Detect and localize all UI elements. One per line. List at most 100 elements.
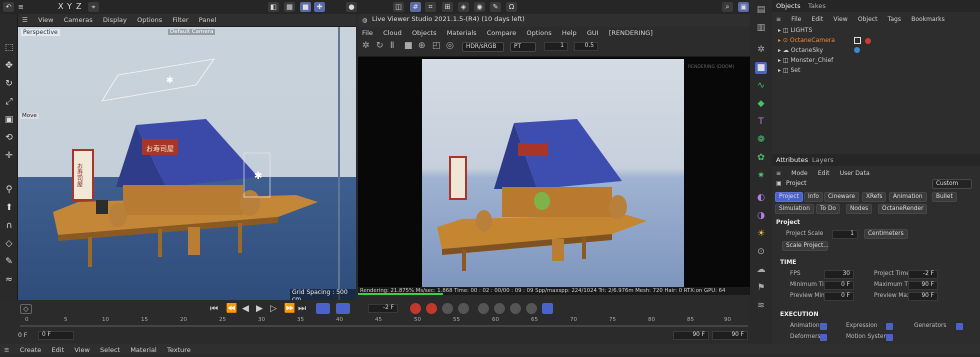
next-key-icon[interactable]: ⏩ [284,304,295,314]
lv-menu-cloud[interactable]: Cloud [383,27,402,40]
bottom-menu-material[interactable]: Material [130,344,156,357]
custom-select[interactable]: Custom [932,179,972,189]
environment-icon[interactable]: ☁ [755,264,767,276]
current-frame-field[interactable]: -2 F [368,304,398,313]
key-options-icon[interactable] [442,303,453,314]
octane-icon[interactable]: Ω [506,2,517,12]
vp-menu-filter[interactable]: Filter [172,14,188,27]
render-tag-icon[interactable] [865,38,871,44]
lv-pause-icon[interactable]: Ⅱ [390,41,394,51]
position-key-icon[interactable] [478,303,489,314]
axis-y[interactable]: Y [67,2,72,11]
objects-menu-icon[interactable]: ≡ [776,13,781,26]
end-frame-field-b[interactable]: 90 F [712,331,748,340]
goto-end-icon[interactable]: ⏭ [298,304,306,314]
prev-key-icon[interactable]: ⏪ [226,304,237,314]
workplane-icon[interactable]: ⌗ [425,2,436,12]
prev-frame-icon[interactable]: ◀ [242,304,249,314]
object-item-octanecamera[interactable]: ▸ ⊙ OctaneCamera [778,37,835,44]
exec-deformers-checkbox[interactable] [820,334,827,341]
tab-objects[interactable]: Objects [776,2,801,10]
project-time-field[interactable]: -2 F [908,270,938,279]
vp-menu-cameras[interactable]: Cameras [64,14,93,27]
rotate-icon[interactable]: ↻ [3,78,15,90]
deformer-icon[interactable]: ◐ [755,192,767,204]
record-icon[interactable] [410,303,421,314]
lv-menu-file[interactable]: File [362,27,373,40]
object-item-monster-chief[interactable]: ▸ ◫ Monster_Chief [778,57,833,64]
rotation-key-icon[interactable] [494,303,505,314]
vp-menu-display[interactable]: Display [103,14,127,27]
play-icon[interactable]: ▶ [256,304,263,314]
bevel-icon[interactable]: ◇ [3,238,15,250]
layout-switch-icon[interactable]: ▣ [738,2,749,12]
motion-icon[interactable] [458,303,469,314]
project-scale-field[interactable]: 1 [832,230,858,239]
vp-menu-options[interactable]: Options [137,14,162,27]
tab-btn-octanerender[interactable]: OctaneRender [878,204,928,214]
edge-icon[interactable]: ◈ [458,2,469,12]
auto-record-icon[interactable] [426,303,437,314]
tab-btn-cineware[interactable]: Cineware [824,192,860,202]
tag-icon[interactable]: ⚑ [755,282,767,294]
render-view-icon[interactable]: ◧ [268,2,279,12]
generator-icon[interactable]: ❁ [755,134,767,146]
scale-key-icon[interactable] [510,303,521,314]
exec-motion-checkbox[interactable] [886,334,893,341]
lock-icon[interactable]: ⊞ [442,2,453,12]
scale-icon[interactable]: ⤢ [3,96,15,108]
preview-max-field[interactable]: 90 F [908,292,938,301]
lv-menu-options[interactable]: Options [527,27,552,40]
objects-menu-bookmarks[interactable]: Bookmarks [911,13,945,26]
attributes-menu-edit[interactable]: Edit [818,167,830,180]
bottom-menu-view[interactable]: View [74,344,89,357]
tab-btn-simulation[interactable]: Simulation [775,204,814,214]
camera-tag-icon[interactable] [854,37,861,44]
attributes-menu-mode[interactable]: Mode [791,167,807,180]
render-region-icon[interactable]: ▦ [284,2,295,12]
axis-x[interactable]: X [58,2,63,11]
camera-icon[interactable]: ⊙ [755,246,767,258]
tab-btn-todo[interactable]: To Do [816,204,840,214]
takes-tab-icon[interactable]: ▥ [755,22,767,34]
lv-lock-icon[interactable]: ⊕ [418,41,426,51]
coordinate-system-icon[interactable]: ⌖ [88,2,99,12]
lv-value-1[interactable]: 1 [544,42,568,51]
brush-icon[interactable]: ✎ [490,2,501,12]
objects-menu-edit[interactable]: Edit [812,13,824,26]
preview-min-field[interactable]: 0 F [824,292,854,301]
max-time-field[interactable]: 90 F [908,281,938,290]
paint-icon[interactable]: ✎ [3,256,15,268]
lv-menu-materials[interactable]: Materials [447,27,477,40]
knife-icon[interactable]: ⚲ [3,184,15,196]
bottom-menu-texture[interactable]: Texture [167,344,191,357]
vp-menu-icon[interactable]: ☰ [22,14,28,27]
keyframe-icon[interactable]: ◇ [20,304,32,314]
lv-settings-icon[interactable]: ✲ [362,41,370,51]
min-time-field[interactable]: 0 F [824,281,854,290]
perspective-viewport[interactable]: Perspective Default Camera Move ✱ お寿司屋 お… [18,27,356,300]
fracture-icon[interactable]: ✷ [755,170,767,182]
live-select-icon[interactable]: ▣ [3,114,15,126]
exec-expression-checkbox[interactable] [886,323,893,330]
tab-btn-info[interactable]: Info [804,192,823,202]
lv-region-icon[interactable]: ◰ [432,41,441,51]
objects-menu-file[interactable]: File [791,13,801,26]
tab-layers[interactable]: Layers [812,156,834,164]
bottom-menu-icon[interactable]: ≡ [4,344,9,357]
move-icon[interactable]: ✥ [3,60,15,72]
objects-menu-object[interactable]: Object [858,13,878,26]
sky-tag-icon[interactable] [854,47,860,53]
colorspace-select[interactable]: HDR/sRGB [462,42,504,52]
magnet-icon[interactable]: ∩ [3,220,15,232]
objects-menu-tags[interactable]: Tags [888,13,901,26]
lv-value-2[interactable]: 0.5 [574,42,598,51]
scale-project-button[interactable]: Scale Project... [782,241,829,251]
tab-attributes[interactable]: Attributes [776,156,808,164]
objects-menu-view[interactable]: View [833,13,847,26]
exec-animation-checkbox[interactable] [820,323,827,330]
render-mode-select[interactable]: PT [510,42,536,52]
nurbs-icon[interactable]: ◆ [755,98,767,110]
goto-start-icon[interactable]: ⏮ [210,304,218,314]
mode-icon[interactable]: ● [346,2,357,12]
